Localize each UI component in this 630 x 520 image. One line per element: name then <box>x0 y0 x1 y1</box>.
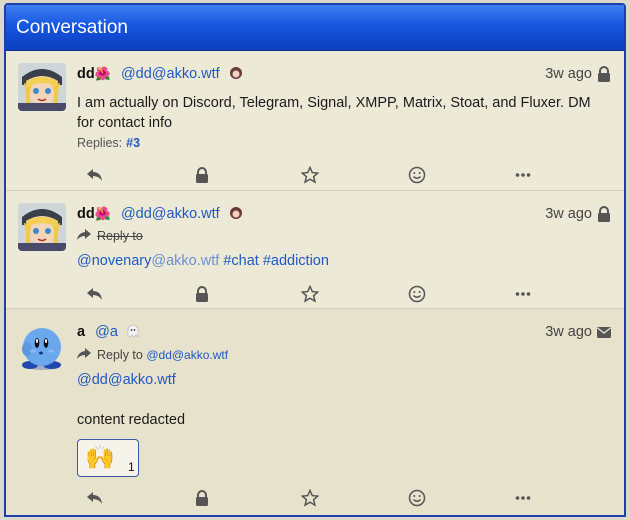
lock-icon <box>596 206 612 222</box>
emoji-react-icon[interactable] <box>408 489 426 507</box>
reply-to-line[interactable]: Reply to <box>77 227 143 245</box>
reply-to-label: Reply to <box>97 229 143 243</box>
emoji-reaction[interactable]: 🙌 1 <box>77 439 139 477</box>
star-icon[interactable] <box>300 284 320 303</box>
account-handle[interactable]: @a <box>95 324 118 340</box>
star-icon[interactable] <box>300 165 320 184</box>
reply-to-account[interactable]: @dd@akko.wtf <box>146 348 228 362</box>
hashtag-chat[interactable]: #chat <box>223 253 258 269</box>
raised-hands-emoji: 🙌 <box>85 444 115 471</box>
status-header: dd🌺 @dd@akko.wtf 3w ago <box>77 203 612 225</box>
replies-label: Replies: <box>77 136 123 150</box>
status-1[interactable]: dd🌺 @dd@akko.wtf 3w ago I am actually on… <box>6 51 624 191</box>
replies-line: Replies: #3 <box>77 136 140 150</box>
reply-arrow-icon <box>77 228 91 240</box>
emoji-react-icon[interactable] <box>408 285 426 303</box>
status-header: dd🌺 @dd@akko.wtf 3w ago <box>77 63 612 85</box>
reply-icon[interactable] <box>86 489 104 507</box>
star-icon[interactable] <box>300 488 320 507</box>
display-name[interactable]: dd <box>77 206 95 222</box>
panel-title: Conversation <box>6 5 624 51</box>
reply-to-line[interactable]: Reply to @dd@akko.wtf <box>77 346 228 364</box>
timestamp[interactable]: 3w ago <box>545 321 592 343</box>
status-header: a @a 3w ago <box>77 321 612 343</box>
avatar-a[interactable] <box>18 323 66 371</box>
more-options-icon[interactable] <box>514 489 532 507</box>
reply-to-label: Reply to <box>97 348 143 362</box>
account-handle[interactable]: @dd@akko.wtf <box>121 66 220 82</box>
timestamp[interactable]: 3w ago <box>545 203 592 225</box>
status-2[interactable]: dd🌺 @dd@akko.wtf 3w ago Reply to @novena… <box>6 191 624 309</box>
name-emoji: 🌺 <box>94 66 111 81</box>
hashtag-addiction[interactable]: #addiction <box>263 253 329 269</box>
emoji-react-icon[interactable] <box>408 166 426 184</box>
name-emoji: 🌺 <box>94 206 111 221</box>
reply-arrow-icon <box>77 347 91 359</box>
conversation-panel: Conversation dd🌺 @dd@akko.wtf 3w ago I a… <box>4 3 626 517</box>
status-actions <box>80 284 540 305</box>
reply-link[interactable]: #3 <box>126 136 140 150</box>
status-actions <box>80 165 540 186</box>
status-text: content redacted <box>77 412 186 428</box>
status-content: @novenary@akko.wtf #chat #addiction <box>77 251 610 271</box>
more-options-icon[interactable] <box>514 166 532 184</box>
account-handle[interactable]: @dd@akko.wtf <box>121 206 220 222</box>
lock-icon <box>596 66 612 82</box>
avatar-dd[interactable] <box>18 63 66 111</box>
lock-icon[interactable] <box>193 285 211 303</box>
status-actions <box>80 488 540 509</box>
custom-emoji-icon <box>226 65 246 81</box>
reply-icon[interactable] <box>86 166 104 184</box>
custom-emoji-icon <box>226 205 246 221</box>
lock-icon[interactable] <box>193 489 211 507</box>
timestamp[interactable]: 3w ago <box>545 63 592 85</box>
reaction-count: 1 <box>128 460 135 474</box>
envelope-icon <box>596 324 612 340</box>
mention-link[interactable]: @novenary@akko.wtf <box>77 253 219 269</box>
lock-icon[interactable] <box>193 166 211 184</box>
status-content: I am actually on Discord, Telegram, Sign… <box>77 95 591 131</box>
ghost-emoji-icon <box>124 323 142 339</box>
display-name[interactable]: a <box>77 324 85 340</box>
display-name[interactable]: dd <box>77 66 95 82</box>
status-content: @dd@akko.wtf <box>77 370 610 390</box>
mention-link[interactable]: @dd@akko.wtf <box>77 372 176 388</box>
reply-icon[interactable] <box>86 285 104 303</box>
status-3[interactable]: a @a 3w ago Reply to @dd@akko.wtf @dd@ak… <box>6 309 624 515</box>
avatar-dd[interactable] <box>18 203 66 251</box>
more-options-icon[interactable] <box>514 285 532 303</box>
